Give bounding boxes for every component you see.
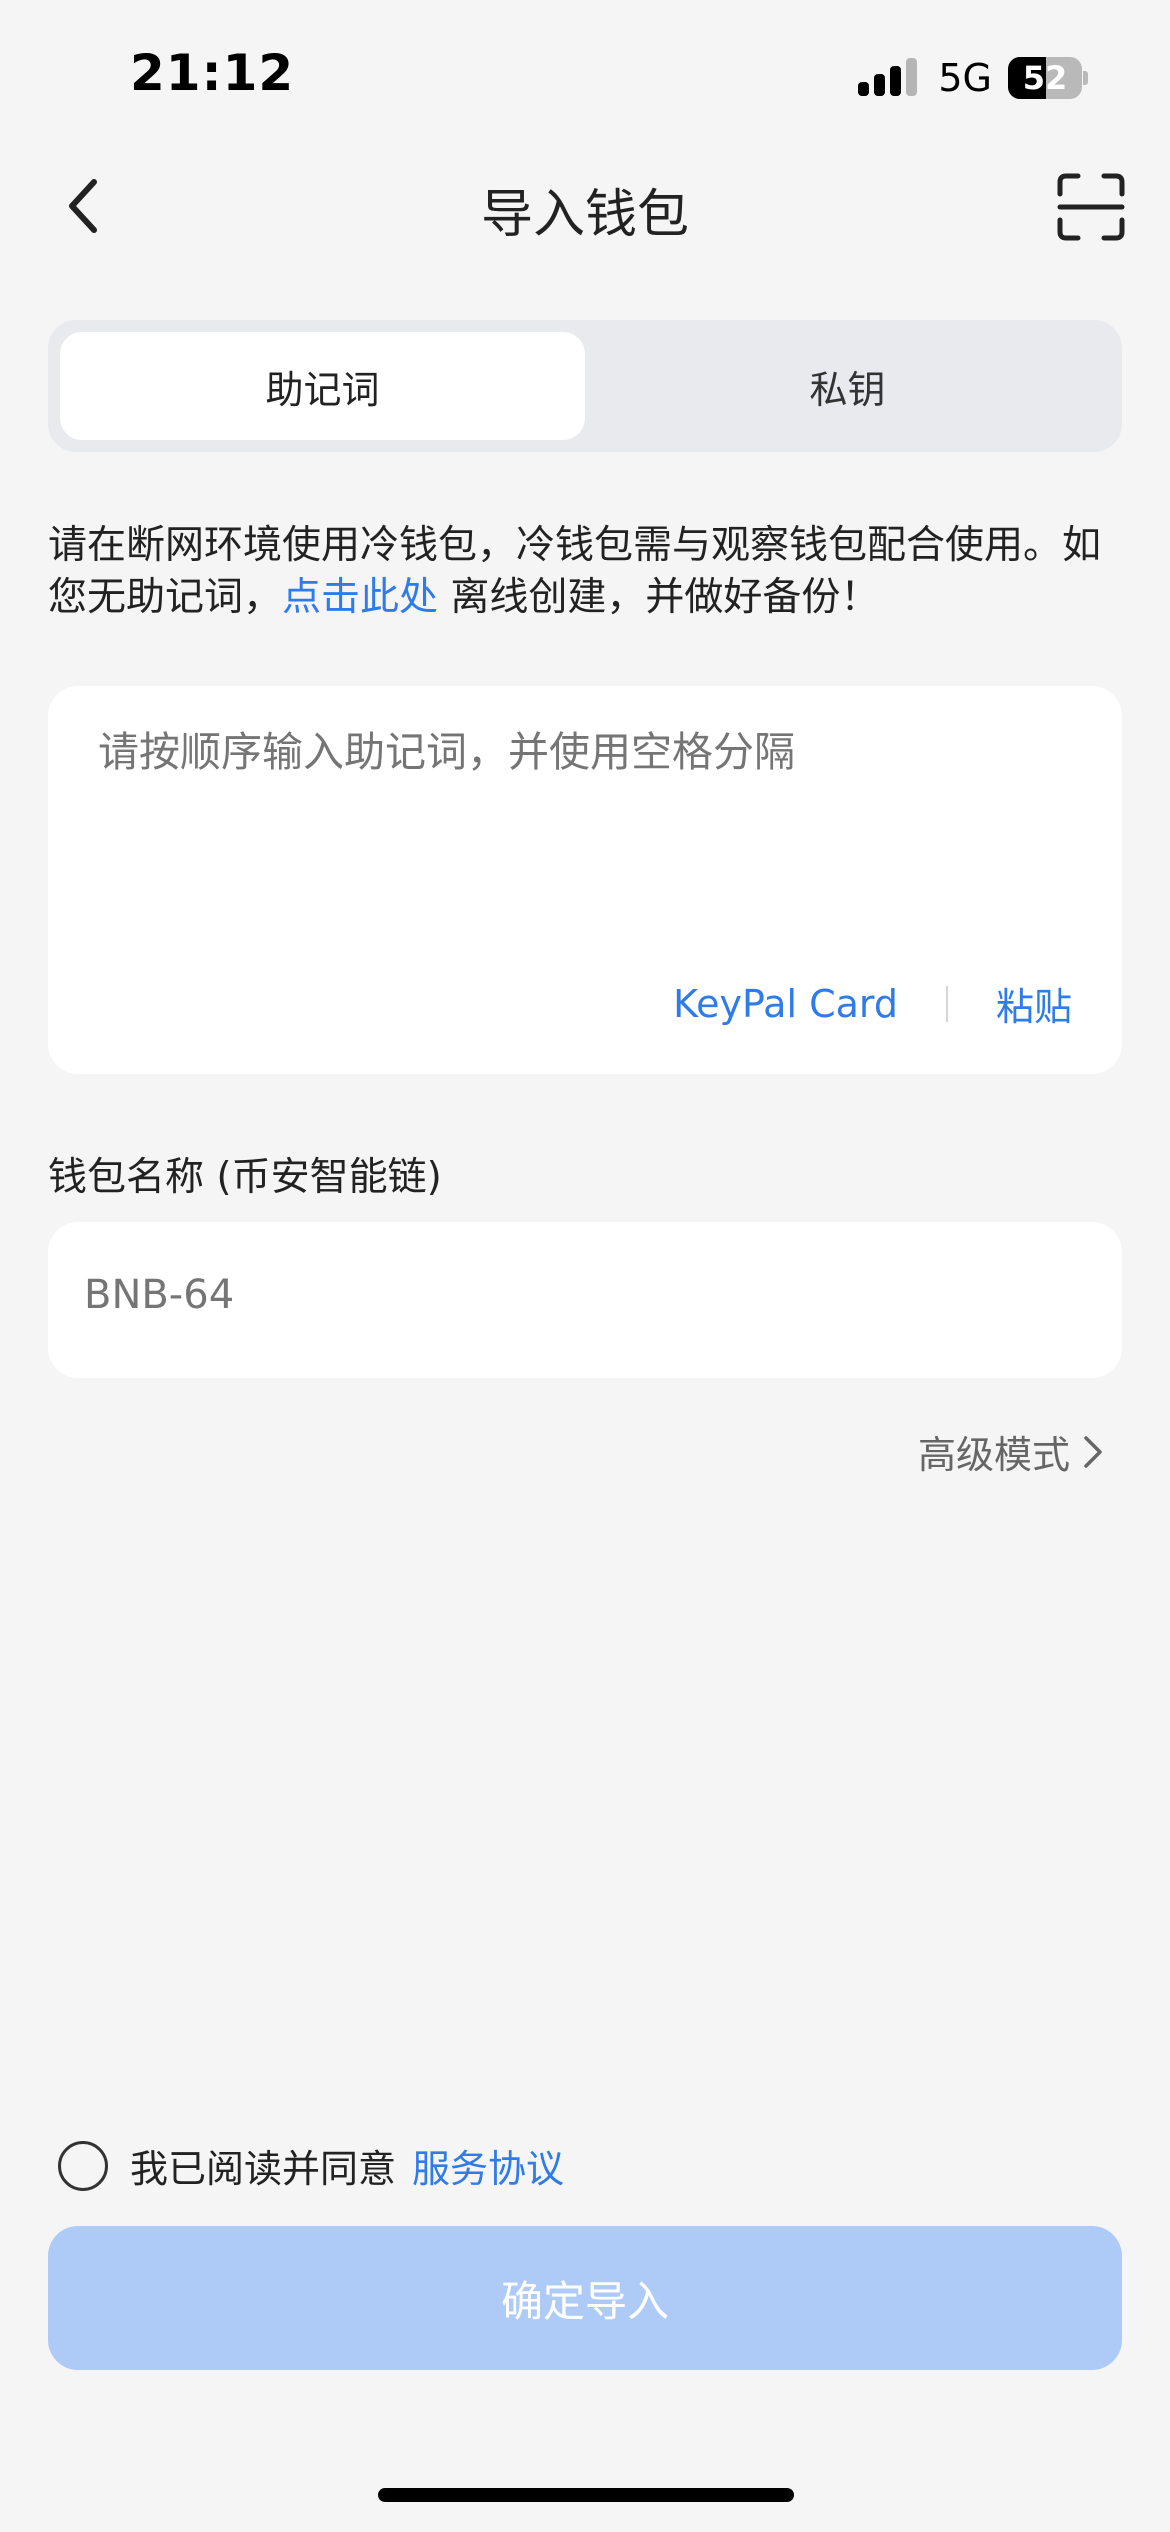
- battery-level: 52: [1022, 59, 1068, 97]
- agreement-checkbox[interactable]: [58, 2140, 108, 2191]
- battery-icon: 52: [1008, 57, 1088, 99]
- home-indicator: [378, 2488, 794, 2502]
- wallet-name-label: 钱包名称 (币安智能链): [48, 1155, 442, 1200]
- notice-text-tail: 离线创建，并做好备份！: [438, 575, 880, 620]
- cold-wallet-notice: 请在断网环境使用冷钱包，冷钱包需与观察钱包配合使用。如您无助记词，点击此处 离线…: [48, 520, 1128, 624]
- divider: [945, 985, 948, 1022]
- advanced-mode-link[interactable]: 高级模式: [918, 1424, 1104, 1479]
- scan-icon: [1057, 173, 1125, 241]
- wallet-name-input[interactable]: [84, 1272, 1064, 1318]
- chevron-right-icon: [1084, 1435, 1102, 1468]
- page-title: 导入钱包: [480, 185, 689, 245]
- keypal-card-button[interactable]: KeyPal Card: [673, 982, 898, 1026]
- wallet-name-field: [48, 1222, 1122, 1378]
- tab-mnemonic[interactable]: 助记词: [60, 332, 585, 440]
- status-indicators: 5G 52: [858, 54, 1088, 102]
- agreement-text: 我已阅读并同意: [130, 2147, 397, 2191]
- agreement-row: 我已阅读并同意 服务协议: [58, 2138, 564, 2193]
- advanced-mode-label: 高级模式: [917, 1433, 1070, 1477]
- network-type: 5G: [938, 56, 992, 100]
- import-method-tabs: 助记词 私钥: [48, 320, 1122, 452]
- status-time: 21:12: [130, 44, 295, 102]
- mnemonic-card: KeyPal Card 粘贴: [48, 686, 1122, 1074]
- mnemonic-actions: KeyPal Card 粘贴: [673, 976, 1072, 1031]
- signal-icon: [858, 58, 920, 98]
- import-wallet-screen: 21:12 5G 52 导入钱包 助记词 私钥 请在断网环境使用冷钱包，冷钱包需…: [0, 0, 1170, 2532]
- paste-button[interactable]: 粘贴: [996, 976, 1072, 1031]
- mnemonic-input[interactable]: [98, 728, 1078, 776]
- service-agreement-link[interactable]: 服务协议: [412, 2138, 564, 2193]
- confirm-import-button[interactable]: 确定导入: [48, 2226, 1122, 2370]
- tab-private-key[interactable]: 私钥: [585, 332, 1110, 440]
- create-offline-link[interactable]: 点击此处: [282, 575, 438, 620]
- scan-button[interactable]: [1056, 172, 1126, 242]
